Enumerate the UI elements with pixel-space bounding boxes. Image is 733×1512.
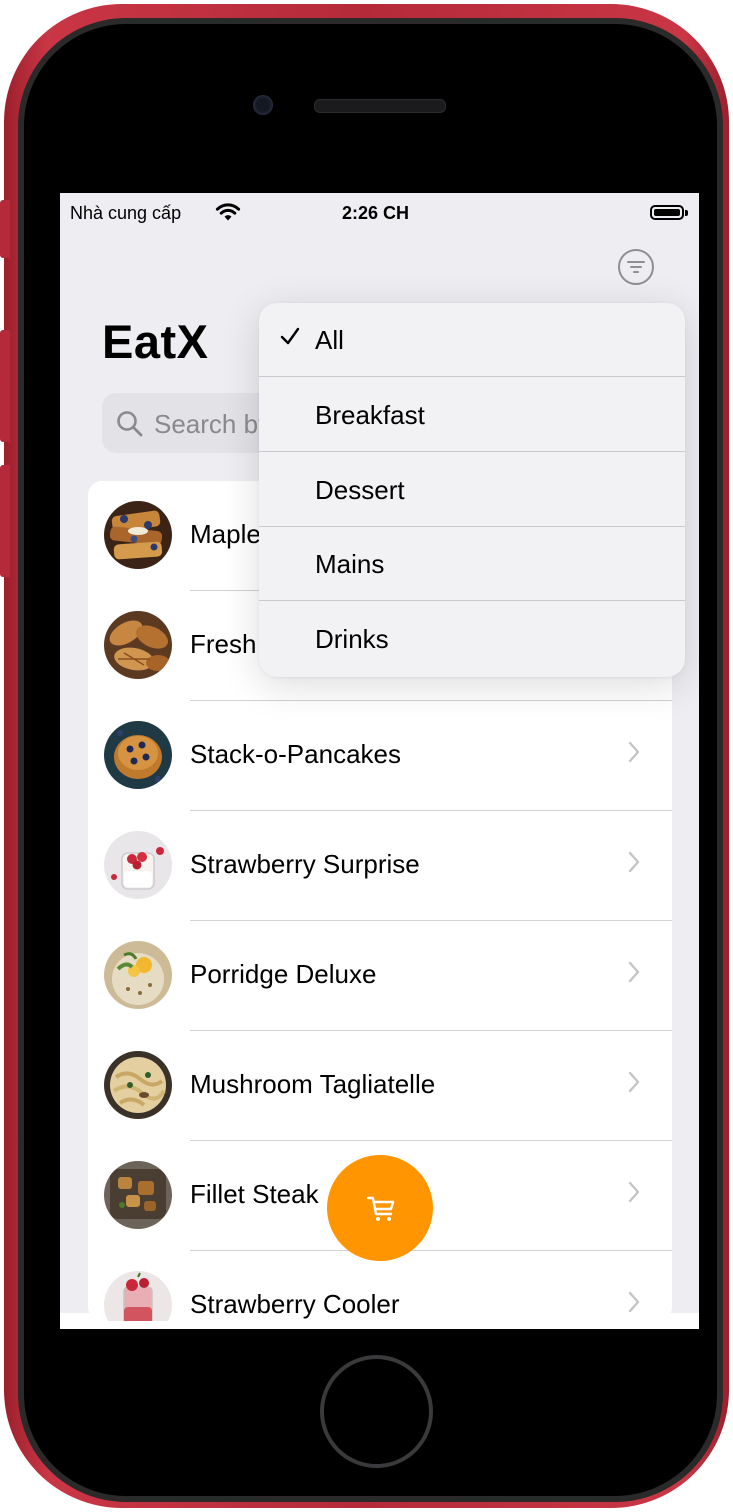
filter-option-all[interactable]: All xyxy=(259,303,685,377)
chevron-right-icon xyxy=(628,961,640,983)
item-name: Fillet Steak xyxy=(190,1179,319,1209)
list-item[interactable]: Mushroom Tagliatelle xyxy=(88,1031,672,1141)
status-time: 2:26 CH xyxy=(342,203,410,223)
item-name: Porridge Deluxe xyxy=(190,959,377,989)
status-bar: Nhà cung cấp 2:26 CH xyxy=(60,193,699,235)
filter-option-label: All xyxy=(315,325,344,355)
croissant-photo xyxy=(104,611,172,679)
chevron-right-icon xyxy=(628,1071,640,1093)
filter-option-mains[interactable]: Mains xyxy=(259,527,685,601)
drink-photo xyxy=(104,1271,172,1321)
front-camera xyxy=(253,95,273,115)
item-name: Strawberry Cooler xyxy=(190,1289,400,1319)
filter-menu: All Breakfast Dessert Mains Drinks xyxy=(259,303,685,677)
chevron-right-icon xyxy=(628,1181,640,1203)
filter-option-breakfast[interactable]: Breakfast xyxy=(259,378,685,452)
cart-icon xyxy=(366,1196,395,1221)
filter-option-label: Drinks xyxy=(315,624,389,654)
app-screen: Nhà cung cấp 2:26 CH EatX Search by name… xyxy=(60,193,699,1329)
search-icon xyxy=(117,411,143,437)
porridge-photo xyxy=(104,941,172,1009)
list-item[interactable]: Stack-o-Pancakes xyxy=(88,701,672,811)
filter-button[interactable] xyxy=(618,249,654,285)
filter-option-label: Dessert xyxy=(315,475,405,505)
filter-option-label: Breakfast xyxy=(315,400,425,430)
wifi-icon xyxy=(215,203,241,221)
chevron-right-icon xyxy=(628,851,640,873)
battery-cap xyxy=(685,210,688,216)
carrier-label: Nhà cung cấp xyxy=(70,203,182,223)
item-name: Stack-o-Pancakes xyxy=(190,739,401,769)
filter-icon xyxy=(627,261,645,273)
filter-option-dessert[interactable]: Dessert xyxy=(259,453,685,527)
earpiece-speaker xyxy=(314,99,446,113)
chevron-right-icon xyxy=(628,741,640,763)
item-name: Mushroom Tagliatelle xyxy=(190,1069,436,1099)
menu-divider xyxy=(259,600,685,601)
pancake-photo xyxy=(104,721,172,789)
pasta-photo xyxy=(104,1051,172,1119)
cart-button[interactable] xyxy=(327,1155,433,1261)
battery-icon xyxy=(650,205,684,220)
home-button[interactable] xyxy=(320,1355,433,1468)
toast-photo xyxy=(104,501,172,569)
item-name: Strawberry Surprise xyxy=(190,849,420,879)
list-item[interactable]: Porridge Deluxe xyxy=(88,921,672,1031)
menu-divider xyxy=(259,451,685,452)
steak-photo xyxy=(104,1161,172,1229)
list-item[interactable]: Strawberry Cooler xyxy=(88,1251,672,1321)
filter-option-drinks[interactable]: Drinks xyxy=(259,602,685,676)
checkmark-icon xyxy=(280,327,300,345)
list-item[interactable]: Strawberry Surprise xyxy=(88,811,672,921)
page-title: EatX xyxy=(102,315,209,368)
dessert-photo xyxy=(104,831,172,899)
filter-option-label: Mains xyxy=(315,549,385,579)
menu-divider xyxy=(259,376,685,377)
chevron-right-icon xyxy=(628,1291,640,1313)
